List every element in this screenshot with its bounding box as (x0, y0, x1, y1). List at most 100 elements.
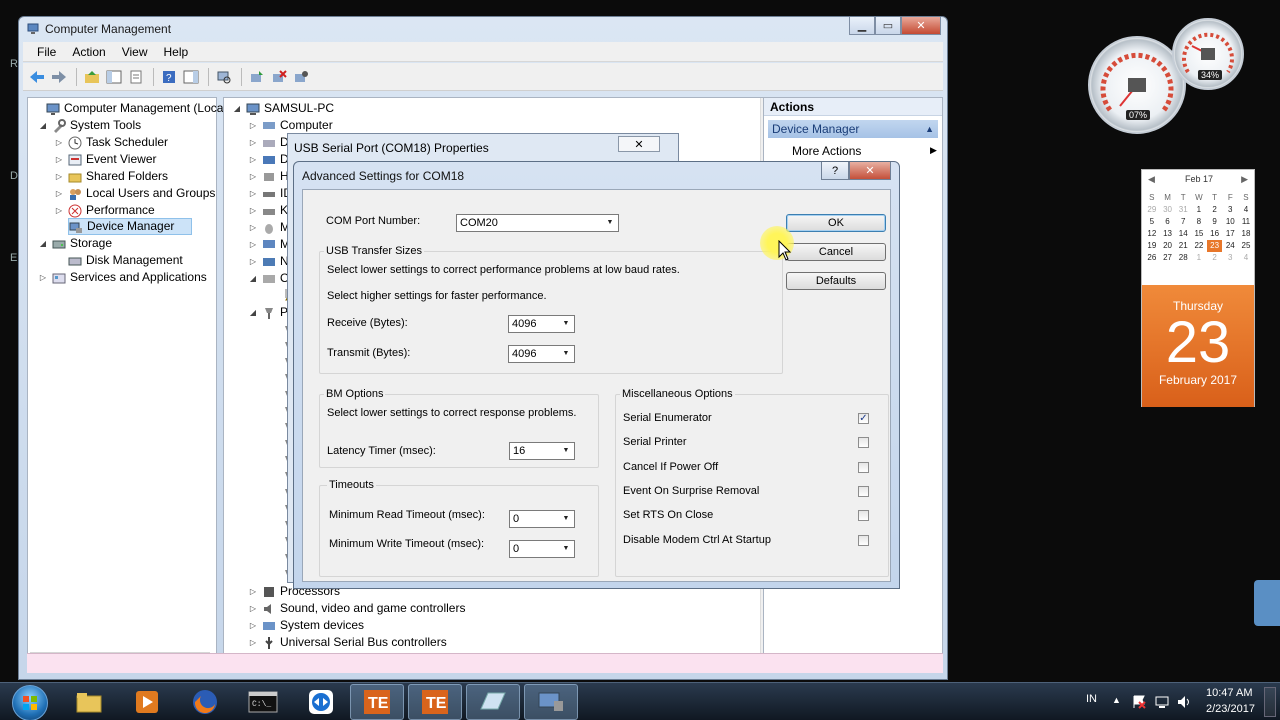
taskbar-teamviewer[interactable] (294, 684, 348, 720)
menu-view[interactable]: View (114, 45, 156, 59)
calendar-day[interactable]: 29 (1144, 204, 1160, 216)
expand-icon[interactable]: ▷ (248, 134, 258, 151)
scan-hardware-icon[interactable] (214, 67, 234, 87)
misc-option-checkbox[interactable] (858, 485, 869, 497)
expand-icon[interactable]: ▷ (248, 583, 258, 600)
calendar-day[interactable]: 12 (1144, 228, 1160, 240)
calendar-day[interactable]: 1 (1191, 252, 1207, 264)
memory-meter-gadget[interactable]: 34% (1172, 18, 1244, 90)
calendar-day[interactable]: 5 (1144, 216, 1160, 228)
read-timeout-select[interactable]: 0 ▼ (509, 510, 575, 528)
taskbar-app-te[interactable]: TE (350, 684, 404, 720)
calendar-day[interactable]: 19 (1144, 240, 1160, 252)
ok-button[interactable]: OK (786, 214, 886, 232)
expand-icon[interactable]: ▷ (54, 202, 64, 219)
misc-option-checkbox[interactable] (858, 461, 869, 473)
calendar-day[interactable]: 4 (1238, 204, 1254, 216)
calendar-day[interactable]: 4 (1238, 252, 1254, 264)
uninstall-device-icon[interactable] (269, 67, 289, 87)
expand-icon[interactable]: ▷ (248, 168, 258, 185)
next-month-icon[interactable]: ▶ (1241, 174, 1248, 185)
calendar-day[interactable]: 2 (1207, 204, 1223, 216)
up-folder-icon[interactable] (82, 67, 102, 87)
close-button[interactable]: ✕ (901, 17, 941, 35)
expand-icon[interactable]: ▷ (248, 600, 258, 617)
expand-icon[interactable]: ▷ (248, 219, 258, 236)
cancel-button[interactable]: Cancel (786, 243, 886, 261)
calendar-day[interactable]: 10 (1222, 216, 1238, 228)
calendar-day[interactable]: 21 (1175, 240, 1191, 252)
calendar-day[interactable]: 27 (1160, 252, 1176, 264)
tree-item-storage[interactable]: ◢ Storage (38, 235, 112, 252)
calendar-day[interactable]: 16 (1207, 228, 1223, 240)
expand-icon[interactable]: ▷ (38, 269, 48, 286)
transmit-select[interactable]: 4096 ▼ (508, 345, 575, 363)
misc-option-checkbox[interactable] (858, 534, 869, 546)
calendar-day[interactable]: 8 (1191, 216, 1207, 228)
taskbar-command-prompt[interactable]: C:\_ (236, 684, 290, 720)
menu-file[interactable]: File (29, 45, 64, 59)
expand-icon[interactable]: ▷ (54, 185, 64, 202)
calendar-day[interactable]: 3 (1222, 204, 1238, 216)
flag-icon[interactable] (1131, 694, 1147, 710)
expand-icon[interactable]: ▷ (54, 134, 64, 151)
calendar-day[interactable]: 14 (1175, 228, 1191, 240)
expand-icon[interactable]: ▷ (248, 617, 258, 634)
expand-icon[interactable]: ▷ (54, 151, 64, 168)
calendar-day[interactable]: 24 (1222, 240, 1238, 252)
disable-device-icon[interactable] (291, 67, 311, 87)
action-pane-icon[interactable] (181, 67, 201, 87)
menu-action[interactable]: Action (64, 45, 113, 59)
calendar-day[interactable]: 7 (1175, 216, 1191, 228)
tree-item-disk-management[interactable]: Disk Management (68, 252, 183, 269)
calendar-day[interactable]: 1 (1191, 204, 1207, 216)
taskbar-firefox[interactable] (178, 684, 232, 720)
close-button[interactable]: ✕ (618, 136, 660, 152)
tree-item-services-applications[interactable]: ▷ Services and Applications (38, 269, 207, 286)
tree-item-performance[interactable]: ▷ Performance (54, 202, 155, 219)
maximize-button[interactable]: ▭ (875, 17, 901, 35)
taskbar-computer-management[interactable] (524, 684, 578, 720)
calendar-day[interactable]: 30 (1160, 204, 1176, 216)
update-driver-icon[interactable] (247, 67, 267, 87)
language-indicator[interactable]: IN (1086, 693, 1097, 705)
calendar-day[interactable]: 11 (1238, 216, 1254, 228)
calendar-day[interactable]: 22 (1191, 240, 1207, 252)
calendar-day[interactable]: 13 (1160, 228, 1176, 240)
minimize-button[interactable]: ▁ (849, 17, 875, 35)
actions-section-device-manager[interactable]: Device Manager ▲ (768, 120, 938, 138)
calendar-day[interactable]: 23 (1206, 240, 1223, 252)
device-category[interactable]: ▷ Universal Serial Bus controllers (248, 634, 447, 651)
menu-help[interactable]: Help (156, 45, 197, 59)
tree-item-computer-management[interactable]: Computer Management (Local (32, 100, 226, 117)
calendar-day[interactable]: 26 (1144, 252, 1160, 264)
collapse-icon[interactable]: ◢ (232, 100, 242, 117)
expand-icon[interactable]: ▷ (248, 185, 258, 202)
write-timeout-select[interactable]: 0 ▼ (509, 540, 575, 558)
tree-item-shared-folders[interactable]: ▷ Shared Folders (54, 168, 168, 185)
expand-icon[interactable]: ▷ (248, 202, 258, 219)
collapse-icon[interactable]: ◢ (38, 117, 48, 134)
volume-icon[interactable] (1176, 694, 1192, 710)
calendar-day[interactable]: 31 (1175, 204, 1191, 216)
sidebar-tab[interactable] (1254, 580, 1280, 626)
tree-item-system-tools[interactable]: ◢ System Tools (38, 117, 141, 134)
taskbar-app-window[interactable] (466, 684, 520, 720)
device-category[interactable]: ▷ Sound, video and game controllers (248, 600, 466, 617)
expand-icon[interactable]: ▷ (54, 168, 64, 185)
calendar-day[interactable]: 17 (1222, 228, 1238, 240)
back-arrow-icon[interactable] (27, 67, 47, 87)
misc-option-checkbox[interactable]: ✓ (858, 413, 869, 424)
defaults-button[interactable]: Defaults (786, 272, 886, 290)
taskbar-app-te-2[interactable]: TE (408, 684, 462, 720)
collapse-icon[interactable]: ◢ (38, 235, 48, 252)
collapse-icon[interactable]: ◢ (248, 304, 258, 321)
network-icon[interactable] (1154, 694, 1170, 710)
collapse-up-icon[interactable]: ▲ (925, 120, 934, 138)
help-icon[interactable]: ? (159, 67, 179, 87)
calendar-day[interactable]: 6 (1160, 216, 1176, 228)
properties-page-icon[interactable] (126, 67, 146, 87)
close-button[interactable]: ✕ (849, 162, 891, 180)
calendar-day[interactable]: 2 (1207, 252, 1223, 264)
calendar-day[interactable]: 9 (1207, 216, 1223, 228)
